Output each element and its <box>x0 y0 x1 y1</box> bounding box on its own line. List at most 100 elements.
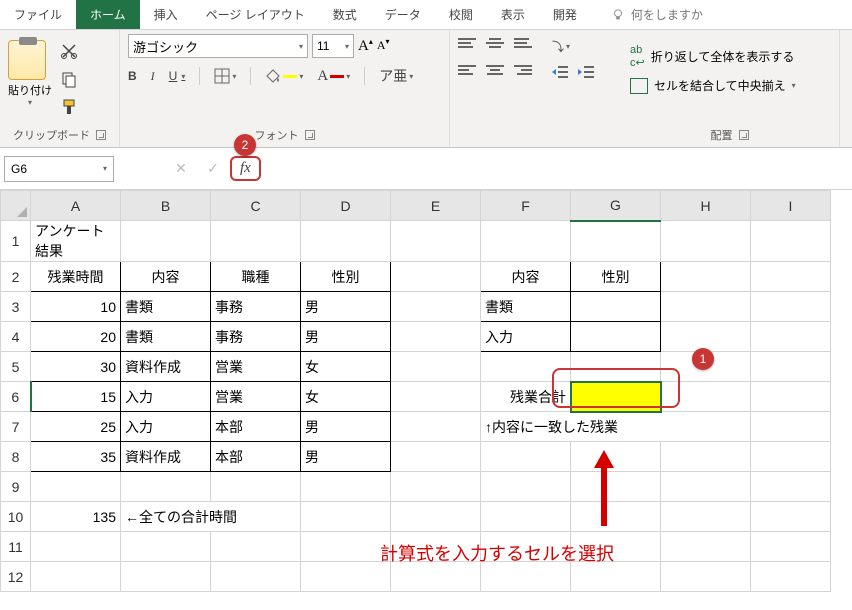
cell-G3[interactable] <box>571 292 661 322</box>
cell-A8[interactable]: 35 <box>31 442 121 472</box>
tab-formulas[interactable]: 数式 <box>319 0 371 29</box>
cell-A3[interactable]: 10 <box>31 292 121 322</box>
col-D[interactable]: D <box>301 191 391 221</box>
cell-B3[interactable]: 書類 <box>121 292 211 322</box>
tab-view[interactable]: 表示 <box>487 0 539 29</box>
grid[interactable]: A B C D E F G H I 1 アンケート結果 2 残業時間 内容 職種… <box>0 190 831 592</box>
cell-A1[interactable]: アンケート結果 <box>31 221 121 262</box>
row-1[interactable]: 1 <box>1 221 31 262</box>
tab-insert[interactable]: 挿入 <box>140 0 192 29</box>
borders-button[interactable]: ▾ <box>214 68 236 84</box>
insert-function-button[interactable]: fx <box>230 156 261 181</box>
italic-button[interactable]: I <box>151 69 155 84</box>
font-dialog-launcher[interactable] <box>305 130 315 140</box>
cell-C6[interactable]: 営業 <box>211 382 301 412</box>
decrease-font-icon[interactable]: A▾ <box>377 37 390 55</box>
phonetic-button[interactable]: ア亜▾ <box>379 66 413 86</box>
col-A[interactable]: A <box>31 191 121 221</box>
cell-A5[interactable]: 30 <box>31 352 121 382</box>
row-5[interactable]: 5 <box>1 352 31 382</box>
cell-B10[interactable]: ←全ての合計時間 <box>121 502 301 532</box>
cell-F3[interactable]: 書類 <box>481 292 571 322</box>
cell-A4[interactable]: 20 <box>31 322 121 352</box>
cell-A7[interactable]: 25 <box>31 412 121 442</box>
row-9[interactable]: 9 <box>1 472 31 502</box>
alignment-dialog-launcher[interactable] <box>739 130 749 140</box>
cell-B6[interactable]: 入力 <box>121 382 211 412</box>
font-name-select[interactable]: 游ゴシック▾ <box>128 34 308 58</box>
row-12[interactable]: 12 <box>1 562 31 592</box>
col-H[interactable]: H <box>661 191 751 221</box>
increase-indent-icon[interactable] <box>578 65 594 79</box>
accept-formula-icon[interactable]: ✓ <box>198 156 228 182</box>
row-11[interactable]: 11 <box>1 532 31 562</box>
bold-button[interactable]: B <box>128 69 137 83</box>
cell-G2[interactable]: 性別 <box>571 262 661 292</box>
align-middle-icon[interactable] <box>486 38 504 52</box>
col-B[interactable]: B <box>121 191 211 221</box>
row-7[interactable]: 7 <box>1 412 31 442</box>
underline-button[interactable]: U▾ <box>169 69 186 83</box>
cell-D5[interactable]: 女 <box>301 352 391 382</box>
cell-F6[interactable]: 残業合計 <box>481 382 571 412</box>
row-8[interactable]: 8 <box>1 442 31 472</box>
col-E[interactable]: E <box>391 191 481 221</box>
font-size-select[interactable]: 11▾ <box>312 34 354 58</box>
cell-F7[interactable]: ↑内容に一致した残業 <box>481 412 751 442</box>
row-3[interactable]: 3 <box>1 292 31 322</box>
tab-file[interactable]: ファイル <box>0 0 76 29</box>
align-right-icon[interactable] <box>514 65 532 79</box>
cell-B5[interactable]: 資料作成 <box>121 352 211 382</box>
select-all-button[interactable] <box>1 191 31 221</box>
cell-D7[interactable]: 男 <box>301 412 391 442</box>
cell-C5[interactable]: 営業 <box>211 352 301 382</box>
cell-C2[interactable]: 職種 <box>211 262 301 292</box>
copy-icon[interactable] <box>60 70 78 88</box>
col-F[interactable]: F <box>481 191 571 221</box>
cell-G4[interactable] <box>571 322 661 352</box>
cell-B7[interactable]: 入力 <box>121 412 211 442</box>
cell-D6[interactable]: 女 <box>301 382 391 412</box>
cell-A2[interactable]: 残業時間 <box>31 262 121 292</box>
cell-B4[interactable]: 書類 <box>121 322 211 352</box>
align-top-icon[interactable] <box>458 38 476 52</box>
wrap-text-button[interactable]: abc↩ 折り返して全体を表示する <box>628 40 831 73</box>
merge-center-button[interactable]: セルを結合して中央揃え ▾ <box>628 73 831 98</box>
cell-C3[interactable]: 事務 <box>211 292 301 322</box>
cut-icon[interactable] <box>60 42 78 60</box>
cancel-formula-icon[interactable]: ✕ <box>166 156 196 182</box>
row-4[interactable]: 4 <box>1 322 31 352</box>
row-6[interactable]: 6 <box>1 382 31 412</box>
cell-B8[interactable]: 資料作成 <box>121 442 211 472</box>
col-G[interactable]: G <box>571 191 661 221</box>
cell-D8[interactable]: 男 <box>301 442 391 472</box>
cell-D3[interactable]: 男 <box>301 292 391 322</box>
col-C[interactable]: C <box>211 191 301 221</box>
cell-B2[interactable]: 内容 <box>121 262 211 292</box>
align-left-icon[interactable] <box>458 65 476 79</box>
cell-C8[interactable]: 本部 <box>211 442 301 472</box>
align-center-icon[interactable] <box>486 65 504 79</box>
tell-me-search[interactable]: 何をしますか <box>611 0 703 29</box>
formula-bar-input[interactable] <box>267 156 848 182</box>
fill-color-button[interactable]: ▾ <box>265 68 303 84</box>
col-I[interactable]: I <box>751 191 831 221</box>
tab-developer[interactable]: 開発 <box>539 0 591 29</box>
cell-C4[interactable]: 事務 <box>211 322 301 352</box>
decrease-indent-icon[interactable] <box>552 65 568 79</box>
orientation-button[interactable]: ⤵▾ <box>552 38 570 55</box>
format-painter-icon[interactable] <box>60 98 78 116</box>
row-10[interactable]: 10 <box>1 502 31 532</box>
cell-G6-active[interactable] <box>571 382 661 412</box>
cell-D2[interactable]: 性別 <box>301 262 391 292</box>
tab-home[interactable]: ホーム <box>76 0 140 29</box>
cell-F2[interactable]: 内容 <box>481 262 571 292</box>
name-box[interactable]: G6▾ <box>4 156 114 182</box>
cell-C7[interactable]: 本部 <box>211 412 301 442</box>
cell-D4[interactable]: 男 <box>301 322 391 352</box>
font-color-button[interactable]: A▾ <box>317 68 350 85</box>
tab-data[interactable]: データ <box>371 0 435 29</box>
paste-button[interactable]: 貼り付け ▾ <box>8 40 52 107</box>
cell-A10[interactable]: 135 <box>31 502 121 532</box>
tab-review[interactable]: 校閲 <box>435 0 487 29</box>
